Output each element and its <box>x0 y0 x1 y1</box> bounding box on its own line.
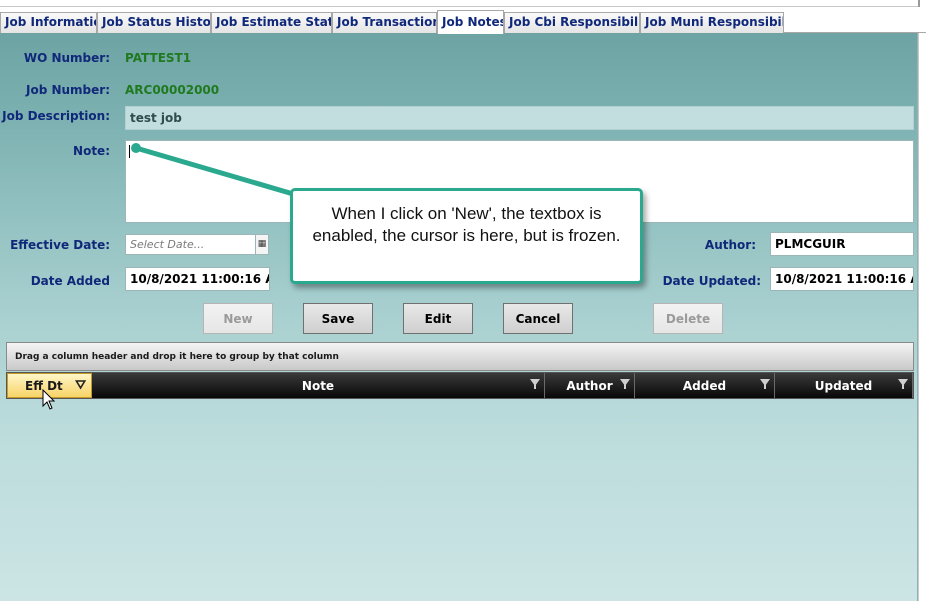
column-header-note[interactable]: Note <box>92 373 545 398</box>
tab-job-cbi-responsibility[interactable]: Job Cbi Responsibility <box>504 12 640 33</box>
wo-number-value: PATTEST1 <box>125 51 192 65</box>
job-number-value: ARC00002000 <box>125 83 220 97</box>
date-added-field: 10/8/2021 11:00:16 AM <box>125 267 270 291</box>
window-corner <box>918 0 920 7</box>
column-label: Updated <box>814 378 873 393</box>
grid-header-row: Eff Dt ⛛ Note Author Added Updated <box>6 372 914 399</box>
date-updated-label: Date Updated: <box>662 274 761 288</box>
note-label: Note: <box>73 144 110 158</box>
wo-number-label: WO Number: <box>23 51 110 65</box>
tab-job-information[interactable]: Job Information <box>0 12 97 33</box>
job-description-label: Job Description: <box>2 109 110 123</box>
tab-job-estimate-status[interactable]: Job Estimate Status <box>211 12 332 33</box>
delete-button[interactable]: Delete <box>653 303 723 334</box>
tab-job-status-history[interactable]: Job Status History <box>97 12 211 33</box>
notes-grid: Drag a column header and drop it here to… <box>6 342 914 400</box>
mouse-pointer-icon <box>42 389 56 410</box>
filter-icon[interactable] <box>530 379 540 389</box>
text-cursor <box>129 145 130 158</box>
job-number-label: Job Number: <box>25 83 110 97</box>
edit-button[interactable]: Edit <box>403 303 473 334</box>
job-notes-panel: WO Number: PATTEST1 Job Number: ARC00002… <box>0 33 918 601</box>
tab-job-muni-responsibility[interactable]: Job Muni Responsibility <box>640 12 784 33</box>
effective-date-label: Effective Date: <box>10 238 110 252</box>
save-button[interactable]: Save <box>303 303 373 334</box>
tab-job-notes[interactable]: Job Notes <box>437 10 504 34</box>
filter-icon[interactable] <box>760 379 770 389</box>
new-button[interactable]: New <box>203 303 273 334</box>
column-header-added[interactable]: Added <box>635 373 775 398</box>
column-label: Note <box>301 378 335 393</box>
column-label: Author <box>566 378 613 393</box>
column-header-updated[interactable]: Updated <box>775 373 913 398</box>
filter-icon[interactable] <box>898 379 908 389</box>
author-field: PLMCGUIR <box>770 232 914 256</box>
author-label: Author: <box>704 238 756 252</box>
date-added-label: Date Added <box>30 274 110 288</box>
column-label: Added <box>682 378 727 393</box>
date-updated-field: 10/8/2021 11:00:16 AM <box>770 267 914 291</box>
group-by-panel[interactable]: Drag a column header and drop it here to… <box>6 342 914 371</box>
filter-icon[interactable] <box>620 379 630 389</box>
tab-bar: Job Information Job Status History Job E… <box>0 10 926 34</box>
cancel-button[interactable]: Cancel <box>503 303 573 334</box>
top-divider <box>0 6 918 7</box>
calendar-icon[interactable]: ▦ <box>255 234 269 255</box>
tab-job-transactions[interactable]: Job Transactions <box>332 12 437 33</box>
effective-date-input[interactable]: Select Date... <box>125 234 256 255</box>
column-header-author[interactable]: Author <box>545 373 635 398</box>
filter-icon[interactable]: ⛛ <box>75 379 86 392</box>
job-description-field: test job <box>125 106 914 130</box>
annotation-callout: When I click on 'New', the textbox is en… <box>290 188 643 284</box>
right-scroll-gutter <box>918 33 926 601</box>
